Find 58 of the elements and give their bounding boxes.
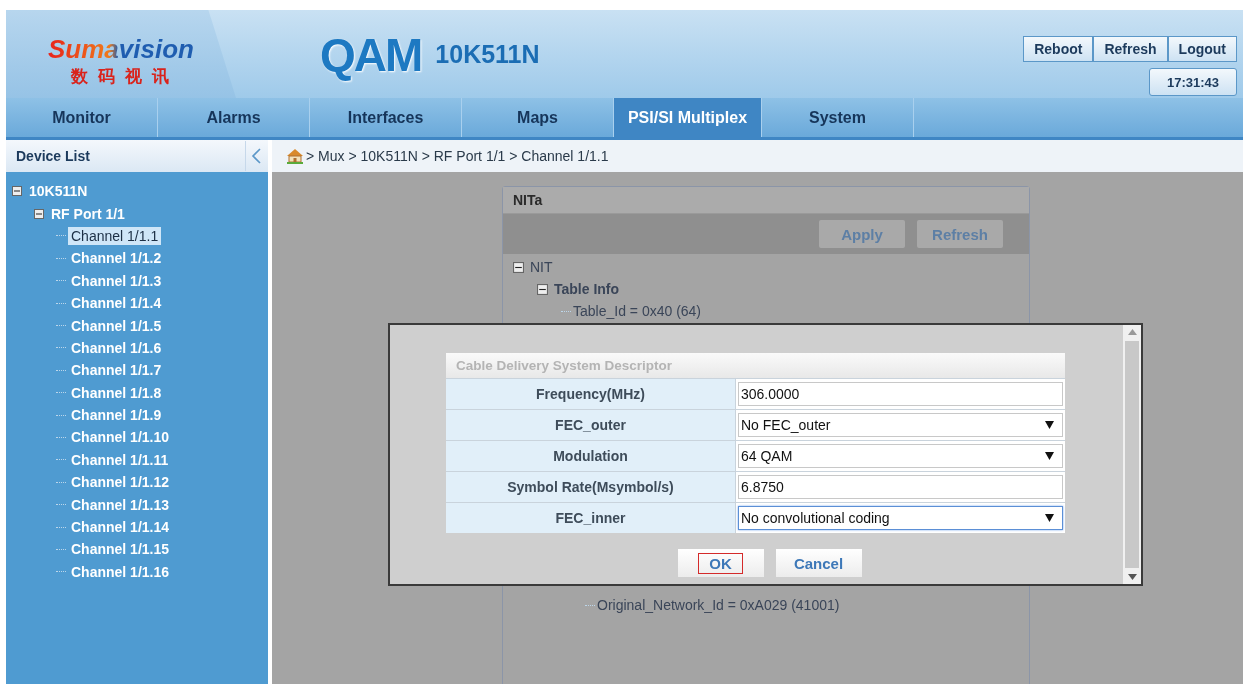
caret-icon: [1045, 452, 1054, 460]
tree-item[interactable]: Channel 1/1.2: [68, 249, 165, 268]
field-label: Modulation: [446, 441, 736, 471]
logo-tagline: 数 码 视 讯: [71, 65, 171, 88]
field-label: Symbol Rate(Msymbol/s): [446, 472, 736, 502]
form-title: Cable Delivery System Descriptor: [446, 353, 1065, 378]
input-field[interactable]: 306.0000: [738, 382, 1063, 406]
breadcrumb: > Mux > 10K511N > RF Port 1/1 > Channel 1/1.1: [306, 148, 609, 164]
tree-item[interactable]: Channel 1/1.6: [68, 338, 165, 357]
input-field[interactable]: 6.8750: [738, 475, 1063, 499]
nav-tab[interactable]: Monitor: [6, 98, 158, 137]
caret-icon: [1045, 421, 1054, 429]
panel-title: NITa: [503, 187, 1029, 214]
field-label: Frequency(MHz): [446, 379, 736, 409]
collapse-icon[interactable]: [537, 283, 548, 295]
tree-item[interactable]: Table_Id = 0x40 (64): [573, 303, 702, 319]
tree-item[interactable]: Channel 1/1.1: [68, 226, 162, 245]
tree-item[interactable]: Channel 1/1.12: [68, 473, 173, 492]
tree-item[interactable]: Channel 1/1.10: [68, 428, 173, 447]
tree-item[interactable]: Table Info: [554, 281, 620, 297]
tree-item[interactable]: Channel 1/1.8: [68, 383, 165, 402]
field-label: FEC_outer: [446, 410, 736, 440]
tree-item[interactable]: Channel 1/1.7: [68, 361, 165, 380]
tree-item[interactable]: Channel 1/1.4: [68, 294, 165, 313]
collapse-icon[interactable]: [513, 261, 524, 273]
nav-tab[interactable]: PSI/SI Multiplex: [614, 98, 762, 137]
tree-item[interactable]: Channel 1/1.14: [68, 518, 173, 537]
tree-item[interactable]: Channel 1/1.11: [68, 450, 172, 469]
home-icon[interactable]: [286, 148, 304, 164]
select-field[interactable]: No convolutional coding: [738, 506, 1063, 530]
field-label: FEC_inner: [446, 503, 736, 533]
tree-item[interactable]: Channel 1/1.9: [68, 406, 165, 425]
scroll-down-icon[interactable]: [1127, 574, 1137, 580]
header-button[interactable]: Refresh: [1093, 36, 1168, 62]
model-name: 10K511N: [435, 40, 540, 70]
dialog-button[interactable]: Cancel: [775, 549, 862, 577]
select-field[interactable]: No FEC_outer: [738, 413, 1063, 437]
nav-tab[interactable]: Alarms: [158, 98, 310, 137]
tree-item[interactable]: Channel 1/1.15: [68, 540, 173, 559]
select-field[interactable]: 64 QAM: [738, 444, 1063, 468]
tree-item[interactable]: NIT: [530, 259, 553, 275]
nav-tab[interactable]: System: [762, 98, 914, 137]
tree-item[interactable]: RF Port 1/1: [48, 204, 128, 223]
tree-item[interactable]: 10K511N: [26, 182, 91, 201]
dialog-button[interactable]: OK: [677, 549, 764, 577]
sidebar-title: Device List: [16, 148, 90, 164]
clock: 17:31:43: [1149, 68, 1237, 96]
product-title: QAM: [320, 28, 422, 83]
tree-item[interactable]: Channel 1/1.5: [68, 316, 165, 335]
header-button[interactable]: Reboot: [1023, 36, 1094, 62]
tree-item[interactable]: Channel 1/1.13: [68, 495, 173, 514]
caret-icon: [1045, 514, 1054, 522]
tree-item[interactable]: Channel 1/1.16: [68, 562, 173, 581]
tree-item[interactable]: Channel 1/1.3: [68, 271, 165, 290]
scrollbar[interactable]: [1123, 325, 1141, 584]
tree-item[interactable]: Original_Network_Id = 0xA029 (41001): [597, 597, 840, 613]
nav-tab[interactable]: Interfaces: [310, 98, 462, 137]
header-button[interactable]: Logout: [1167, 36, 1237, 62]
